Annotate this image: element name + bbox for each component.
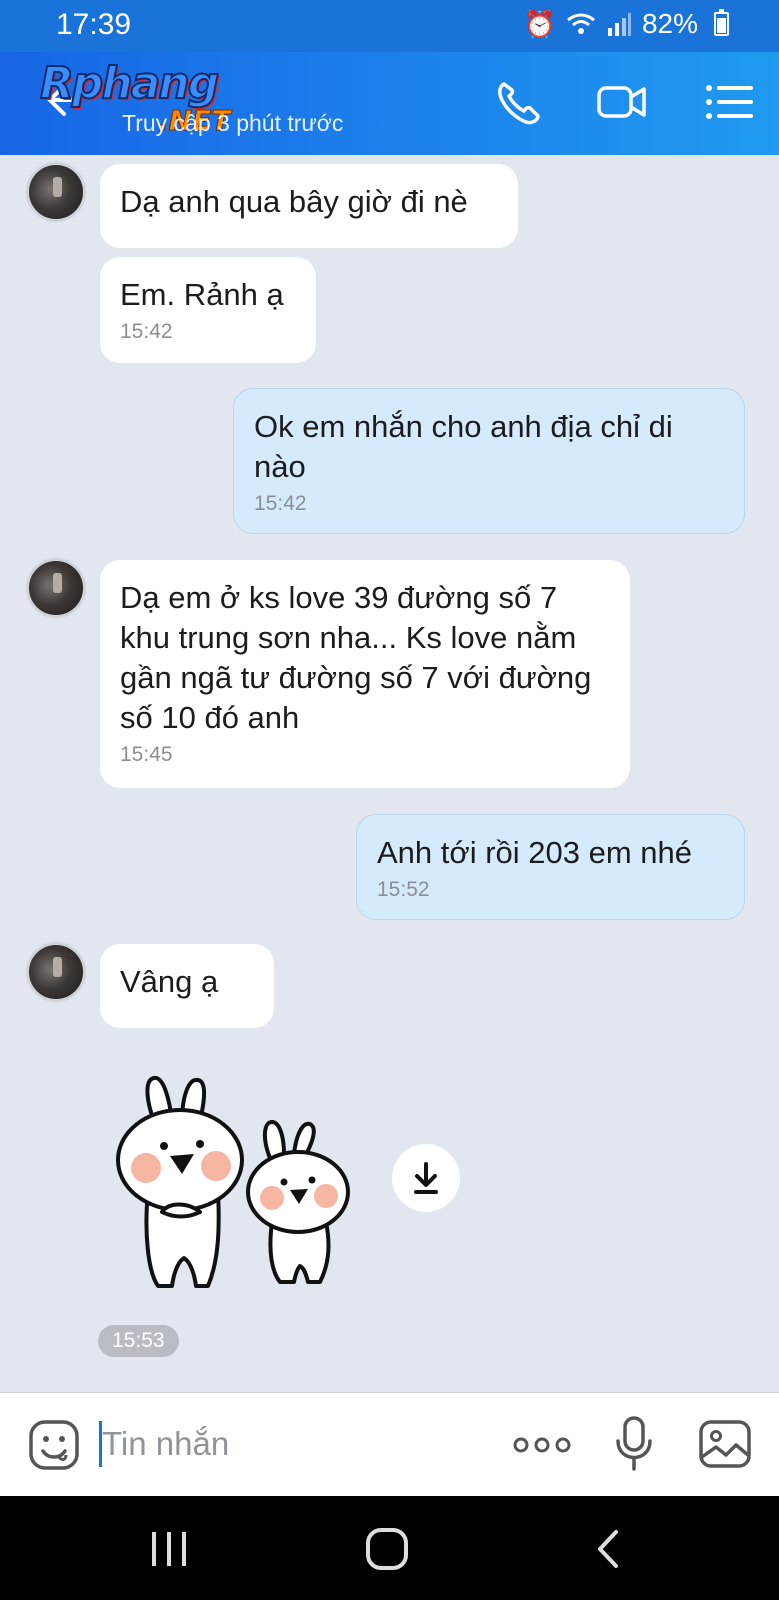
contact-avatar[interactable] [26, 558, 86, 618]
battery-percent: 82% [641, 8, 698, 39]
message-bubble[interactable]: Anh tới rồi 203 em nhé 15:52 [356, 814, 745, 920]
alarm-icon: ⏰ [523, 8, 556, 39]
signal-icon [607, 13, 631, 36]
last-seen-status: Truy cập 3 phút trước [122, 110, 344, 136]
message-composer [0, 1392, 779, 1496]
more-icon[interactable] [512, 1425, 572, 1465]
emoji-icon[interactable] [28, 1419, 80, 1471]
download-icon [414, 1162, 438, 1194]
message-text: Em. Rảnh ạ [120, 277, 284, 312]
message-input[interactable] [102, 1419, 482, 1469]
message-bubble[interactable]: Ok em nhắn cho anh địa chỉ di nào 15:42 [233, 388, 745, 534]
chat-header: Rphang .NET Truy cập 3 phút trước [0, 52, 779, 155]
message-bubble[interactable]: Em. Rảnh ạ 15:42 [100, 257, 316, 363]
menu-icon[interactable] [704, 78, 756, 126]
image-icon[interactable] [698, 1419, 752, 1469]
battery-icon [714, 9, 729, 36]
status-time: 17:39 [56, 8, 132, 41]
wifi-icon [567, 13, 595, 34]
message-text: Anh tới rồi 203 em nhé [377, 835, 693, 870]
watermark-logo: Rphang [39, 57, 220, 110]
message-bubble[interactable]: Vâng ạ [100, 944, 274, 1028]
message-time: 15:45 [120, 743, 173, 766]
message-bubble[interactable]: Dạ em ở ks love 39 đường số 7 khu trung … [100, 560, 630, 788]
message-time: 15:42 [254, 492, 307, 515]
status-bar: 17:39 ⏰ 82% [0, 0, 779, 52]
status-icons: ⏰ 82% [524, 8, 729, 40]
recent-apps-icon[interactable] [144, 1524, 194, 1574]
nav-back-icon[interactable] [584, 1524, 634, 1574]
rabbit-sticker[interactable] [108, 1072, 368, 1292]
video-icon[interactable] [596, 78, 648, 126]
message-time: 15:42 [120, 320, 173, 343]
message-time: 15:52 [377, 878, 430, 901]
sticker-time: 15:53 [98, 1325, 179, 1357]
phone-icon[interactable] [494, 78, 546, 126]
download-button[interactable] [392, 1144, 460, 1212]
message-text: Vâng ạ [120, 964, 219, 999]
message-text: Ok em nhắn cho anh địa chỉ di nào [254, 409, 673, 484]
contact-avatar[interactable] [26, 942, 86, 1002]
message-bubble[interactable]: Dạ anh qua bây giờ đi nè [100, 164, 518, 248]
message-text: Dạ em ở ks love 39 đường số 7 khu trung … [120, 580, 592, 735]
message-text: Dạ anh qua bây giờ đi nè [120, 184, 468, 219]
contact-avatar[interactable] [26, 162, 86, 222]
system-nav-bar [0, 1496, 779, 1600]
home-icon[interactable] [362, 1524, 412, 1574]
mic-icon[interactable] [614, 1415, 654, 1473]
